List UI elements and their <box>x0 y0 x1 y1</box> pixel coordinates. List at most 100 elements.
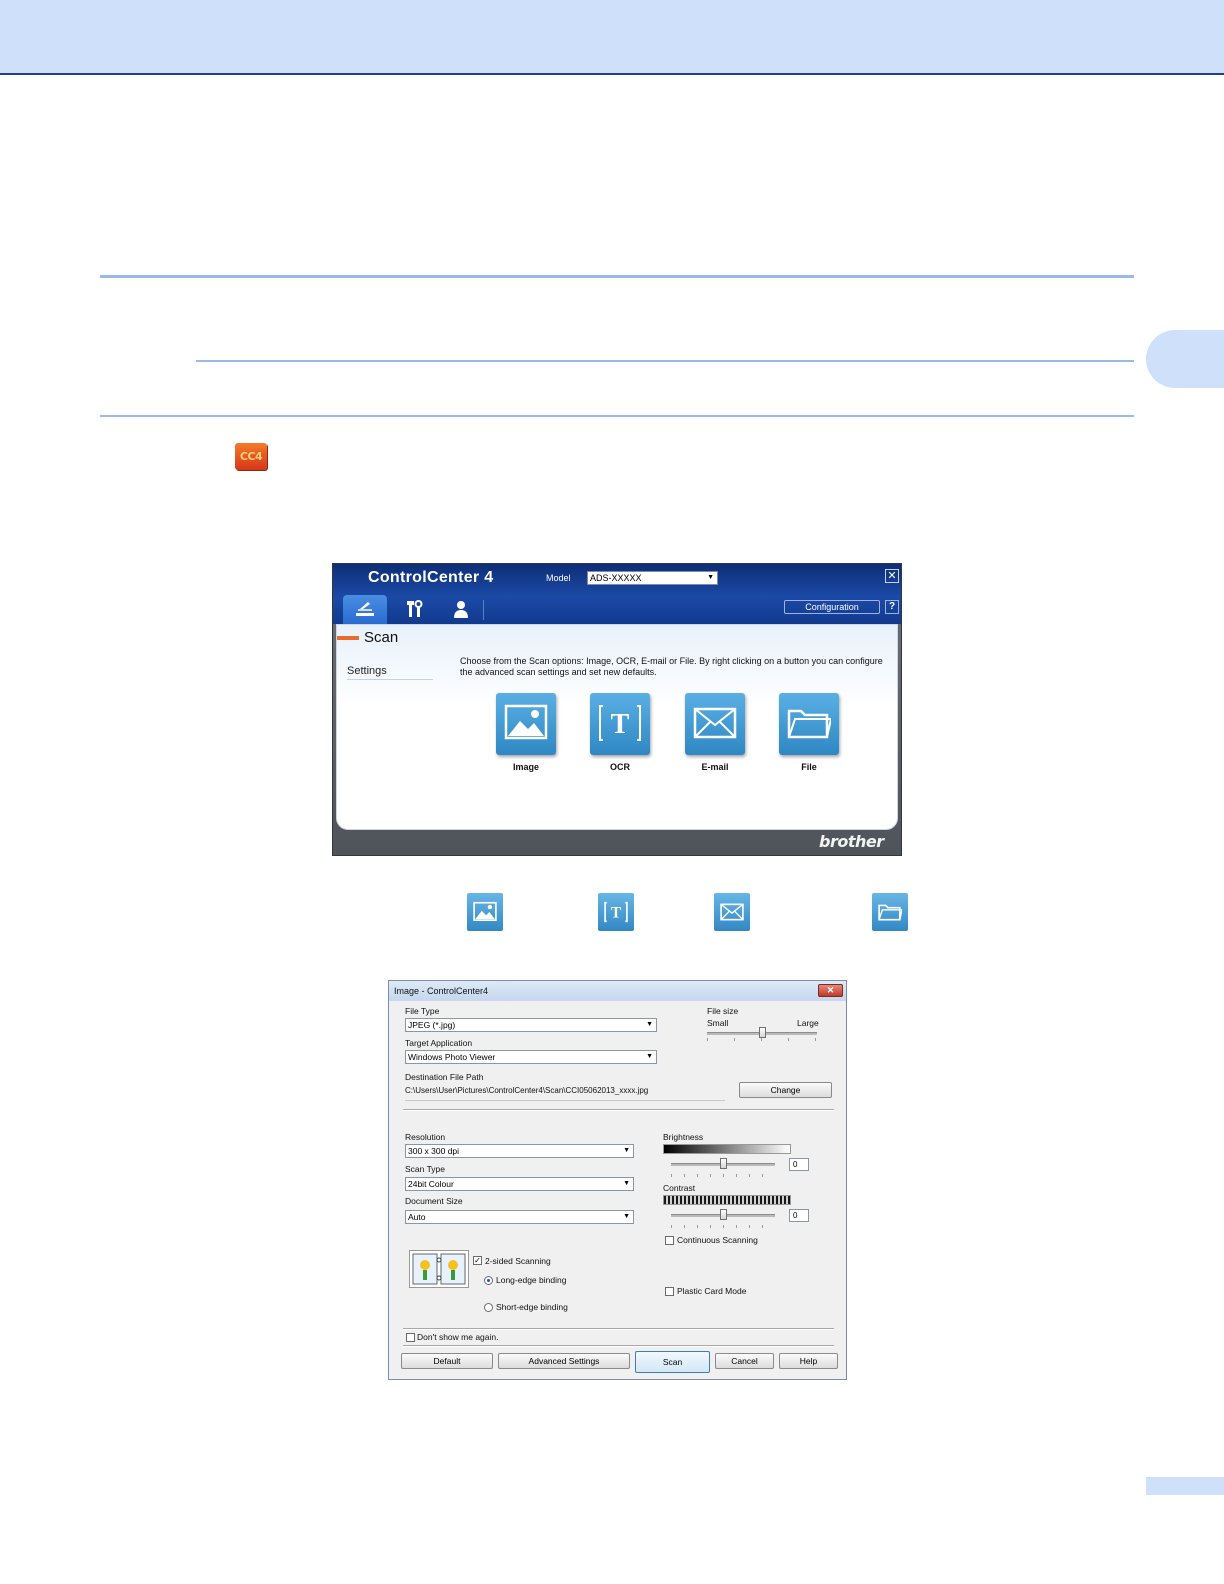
scan-heading-accent <box>337 636 359 640</box>
chapter-tab <box>1146 330 1224 388</box>
destination-path-label: Destination File Path <box>405 1072 484 1082</box>
dont-show-again-checkbox[interactable] <box>406 1333 415 1342</box>
page-number-tab <box>1146 1477 1224 1495</box>
file-size-large-label: Large <box>797 1018 819 1028</box>
configuration-button[interactable]: Configuration <box>784 600 880 614</box>
chevron-down-icon: ▼ <box>623 1180 630 1187</box>
chevron-down-icon: ▼ <box>623 1147 630 1154</box>
brother-logo: brother <box>819 832 884 851</box>
help-button[interactable]: Help <box>779 1353 838 1369</box>
scan-type-label: Scan Type <box>405 1164 446 1174</box>
email-icon <box>714 893 750 931</box>
brightness-ticks <box>671 1174 775 1177</box>
help-button[interactable]: ? <box>885 600 899 614</box>
contrast-value[interactable]: 0 <box>789 1209 809 1222</box>
continuous-scanning-checkbox[interactable] <box>665 1236 674 1245</box>
controlcenter4-app-icon[interactable]: CC4 <box>235 443 267 470</box>
image-icon <box>504 704 548 740</box>
file-type-value: JPEG (*.jpg) <box>408 1020 456 1030</box>
tab-scan[interactable] <box>343 595 387 624</box>
controlcenter-window: ControlCenter 4 Model ADS-XXXXX ▼ ✕ Confi… <box>332 563 902 856</box>
scanner-icon <box>356 602 374 616</box>
plastic-card-mode-label: Plastic Card Mode <box>677 1286 747 1296</box>
cancel-button[interactable]: Cancel <box>715 1353 774 1369</box>
cc-app-title: ControlCenter 4 <box>368 569 494 586</box>
document-size-select[interactable]: Auto ▼ <box>405 1210 634 1224</box>
brightness-gradient <box>663 1144 791 1154</box>
chevron-down-icon: ▼ <box>707 574 714 581</box>
subsection-rule <box>196 360 1134 362</box>
target-application-select[interactable]: Windows Photo Viewer ▼ <box>405 1050 657 1064</box>
resolution-select[interactable]: 300 x 300 dpi ▼ <box>405 1144 634 1158</box>
ocr-scan-button[interactable]: T <box>590 693 650 755</box>
folder-icon <box>787 709 831 739</box>
advanced-settings-button[interactable]: Advanced Settings <box>498 1353 630 1369</box>
file-size-small-label: Small <box>707 1018 729 1028</box>
svg-text:T: T <box>611 904 621 921</box>
brightness-slider-thumb[interactable] <box>720 1158 727 1169</box>
page-header-band <box>0 0 1224 75</box>
folder-icon <box>872 893 908 931</box>
image-scan-button[interactable] <box>496 693 556 755</box>
tab-device-settings[interactable] <box>393 595 437 624</box>
brightness-value[interactable]: 0 <box>789 1158 809 1171</box>
model-value: ADS-XXXXX <box>590 573 642 583</box>
short-edge-binding-label: Short-edge binding <box>496 1302 568 1312</box>
sidebar-item-settings[interactable]: Settings <box>347 665 433 680</box>
long-edge-binding-label: Long-edge binding <box>496 1275 567 1285</box>
email-icon <box>693 707 737 739</box>
document-size-label: Document Size <box>405 1196 463 1206</box>
chevron-down-icon: ▼ <box>646 1021 653 1028</box>
tools-icon <box>407 600 423 617</box>
document-size-value: Auto <box>408 1212 426 1222</box>
scan-heading: Scan <box>364 629 399 646</box>
close-icon[interactable]: ✕ <box>818 984 843 997</box>
long-edge-binding-radio[interactable] <box>484 1276 493 1285</box>
divider <box>403 1328 834 1330</box>
file-type-label: File Type <box>405 1006 440 1016</box>
target-application-value: Windows Photo Viewer <box>408 1052 496 1062</box>
divider <box>403 1345 834 1347</box>
default-button[interactable]: Default <box>401 1353 493 1369</box>
change-button[interactable]: Change <box>739 1082 832 1098</box>
short-edge-binding-radio[interactable] <box>484 1303 493 1312</box>
file-size-slider-thumb[interactable] <box>759 1027 766 1038</box>
brightness-label: Brightness <box>663 1132 704 1142</box>
close-icon[interactable]: ✕ <box>885 569 899 583</box>
file-type-select[interactable]: JPEG (*.jpg) ▼ <box>405 1018 657 1032</box>
image-icon <box>467 893 503 931</box>
tab-divider <box>483 600 484 620</box>
contrast-pattern <box>663 1195 791 1205</box>
section-rule <box>100 275 1134 278</box>
scan-type-select[interactable]: 24bit Colour ▼ <box>405 1177 634 1191</box>
plastic-card-mode-checkbox[interactable] <box>665 1287 674 1296</box>
file-scan-button[interactable] <box>779 693 839 755</box>
contrast-ticks <box>671 1225 775 1228</box>
ocr-icon: T <box>598 893 634 931</box>
scan-button[interactable]: Scan <box>635 1351 710 1373</box>
cc4-icon-text: CC4 <box>239 450 263 463</box>
dialog-title: Image - ControlCenter4 <box>394 986 489 996</box>
email-scan-button[interactable] <box>685 693 745 755</box>
resolution-value: 300 x 300 dpi <box>408 1146 460 1156</box>
chevron-down-icon: ▼ <box>646 1053 653 1060</box>
email-button-label: E-mail <box>701 762 729 772</box>
tab-support[interactable] <box>439 595 483 624</box>
contrast-slider-thumb[interactable] <box>720 1209 727 1220</box>
resolution-label: Resolution <box>405 1132 446 1142</box>
dont-show-again-label: Don't show me again. <box>417 1332 499 1342</box>
duplex-preview-icon <box>409 1250 469 1288</box>
scan-description: Choose from the Scan options: Image, OCR… <box>460 656 883 677</box>
ocr-button-label: OCR <box>610 762 630 772</box>
divider <box>403 1109 834 1111</box>
scan-type-value: 24bit Colour <box>408 1179 454 1189</box>
file-size-label: File size <box>707 1006 739 1016</box>
dialog-titlebar: Image - ControlCenter4 ✕ <box>389 981 846 1001</box>
chevron-down-icon: ▼ <box>623 1213 630 1220</box>
model-select[interactable]: ADS-XXXXX ▼ <box>587 571 718 585</box>
scan-panel: Scan Settings Choose from the Scan optio… <box>336 624 898 830</box>
two-sided-scanning-label: 2-sided Scanning <box>485 1256 551 1266</box>
file-button-label: File <box>801 762 817 772</box>
file-size-ticks <box>707 1038 817 1041</box>
two-sided-scanning-checkbox[interactable]: ✓ <box>473 1256 482 1265</box>
